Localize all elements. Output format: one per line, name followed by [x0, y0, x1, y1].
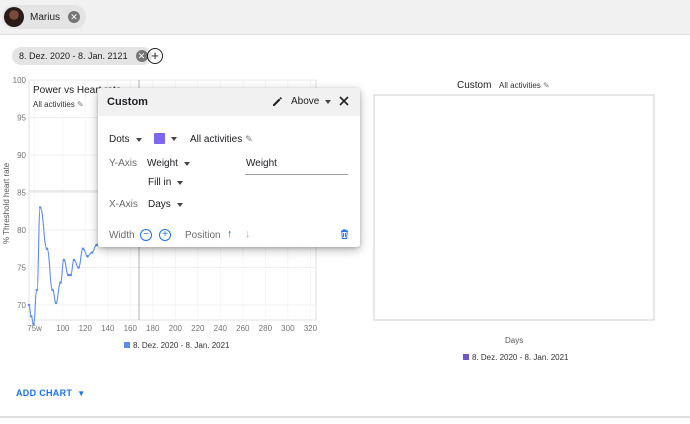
fill-value: Fill in: [148, 177, 172, 188]
add-date-range-icon[interactable]: +: [147, 48, 163, 64]
width-decrease-button[interactable]: −: [140, 229, 152, 241]
chevron-down-icon: [135, 137, 142, 142]
add-chart-button[interactable]: ADD CHART ▼: [16, 388, 85, 398]
color-swatch: [154, 133, 165, 144]
date-range-chip[interactable]: 8. Dez. 2020 - 8. Jan. 2121 ✕: [12, 47, 152, 65]
data-point: [81, 247, 85, 251]
x-tick-label: 300: [281, 324, 295, 333]
user-chip[interactable]: Marius ✕: [2, 5, 87, 29]
data-point: [86, 254, 89, 258]
divider: [0, 416, 690, 418]
data-point: [69, 273, 72, 277]
data-point: [29, 314, 33, 318]
y-axis-select[interactable]: Weight: [147, 158, 190, 169]
x-tick-label: 320: [304, 324, 318, 333]
close-icon[interactable]: [338, 95, 350, 107]
popup-header: Custom Above: [98, 88, 360, 116]
right-legend-swatch: [463, 354, 469, 360]
right-legend-label: 8. Dez. 2020 - 8. Jan. 2021: [472, 353, 569, 362]
data-point: [72, 258, 76, 262]
y-tick-label: 85: [17, 189, 26, 198]
chart-type-value: Dots: [109, 134, 130, 145]
y-axis-label: Y-Axis: [109, 158, 137, 169]
left-chart-ylabel: % Threshold heart rate: [2, 162, 11, 244]
data-point: [32, 322, 35, 326]
x-axis-value: Days: [148, 199, 171, 210]
data-point: [38, 206, 42, 209]
activity-filter[interactable]: All activities ✎: [190, 134, 253, 145]
x-tick-label: 240: [214, 324, 228, 333]
chevron-down-icon: [171, 136, 177, 141]
remove-user-icon[interactable]: ✕: [68, 11, 81, 23]
left-chart-subtitle-edit-icon[interactable]: ✎: [77, 100, 84, 109]
x-tick-label: 220: [191, 324, 205, 333]
color-select[interactable]: [154, 133, 177, 144]
y-tick-label: 95: [17, 114, 26, 123]
chevron-down-icon: [183, 161, 190, 166]
width-label: Width: [109, 230, 135, 241]
x-axis-select[interactable]: Days: [148, 199, 183, 210]
x-tick-label: 75w: [27, 324, 42, 333]
data-point: [27, 303, 31, 307]
data-point: [35, 288, 39, 292]
x-tick-label: 100: [56, 324, 70, 333]
y-axis-value: Weight: [147, 158, 178, 169]
position-label: Position: [185, 230, 221, 241]
x-tick-label: 140: [101, 324, 115, 333]
chevron-down-icon: [177, 180, 184, 185]
delete-icon[interactable]: [340, 229, 349, 239]
position-select-value: Above: [291, 96, 320, 107]
move-up-icon[interactable]: ↑: [227, 228, 233, 240]
chevron-down-icon: ▼: [77, 388, 86, 398]
x-tick-label: 260: [236, 324, 250, 333]
data-point: [62, 258, 66, 262]
data-point: [90, 251, 94, 254]
data-point: [59, 281, 62, 284]
y-tick-label: 90: [17, 151, 26, 160]
right-chart-subtitle-edit-icon[interactable]: ✎: [543, 81, 550, 90]
left-legend-swatch: [124, 342, 130, 348]
x-tick-label: 200: [169, 324, 183, 333]
y-tick-label: 70: [17, 301, 26, 310]
avatar: [4, 7, 24, 27]
data-point: [54, 301, 58, 305]
left-chart-subtitle[interactable]: All activities: [33, 100, 75, 109]
right-chart-subtitle[interactable]: All activities: [499, 81, 541, 90]
top-bar: Marius ✕: [0, 0, 690, 35]
edit-pencil-icon[interactable]: [271, 95, 283, 107]
data-point: [67, 273, 70, 277]
move-down-icon[interactable]: ↓: [245, 228, 251, 240]
position-select[interactable]: Above: [291, 96, 332, 107]
date-range-label: 8. Dez. 2020 - 8. Jan. 2121: [19, 51, 128, 61]
add-chart-label: ADD CHART: [16, 388, 73, 398]
y-tick-label: 100: [13, 76, 27, 85]
left-legend-label: 8. Dez. 2020 - 8. Jan. 2021: [133, 341, 230, 350]
data-point: [45, 247, 49, 251]
x-tick-label: 160: [124, 324, 138, 333]
fill-select[interactable]: Fill in: [148, 177, 184, 188]
y-tick-label: 75: [17, 264, 26, 273]
width-increase-button[interactable]: +: [159, 229, 171, 241]
series-label-input[interactable]: Weight: [245, 156, 348, 175]
right-chart-title: Custom: [457, 80, 491, 91]
chevron-down-icon: [325, 99, 332, 104]
x-tick-label: 180: [146, 324, 160, 333]
user-name: Marius: [30, 11, 61, 23]
custom-chart: Custom All activities ✎ Days 8. Dez. 202…: [373, 80, 655, 362]
chevron-down-icon: [176, 202, 183, 207]
edit-filter-icon[interactable]: ✎: [245, 134, 253, 145]
chart-edit-popup: Custom Above Dots All activities ✎ Y-Axi…: [98, 88, 360, 247]
popup-title: Custom: [107, 96, 148, 108]
y-tick-label: 80: [17, 226, 26, 235]
chart-type-select[interactable]: Dots: [109, 134, 142, 145]
data-point: [77, 266, 80, 269]
remove-date-range-icon[interactable]: ✕: [135, 50, 148, 62]
custom-chart-plot-area: [373, 94, 655, 321]
data-point: [51, 288, 54, 292]
activity-filter-value: All activities: [190, 134, 243, 145]
x-axis-label: X-Axis: [109, 199, 138, 210]
x-tick-label: 280: [259, 324, 273, 333]
right-chart-xlabel: Days: [505, 336, 523, 345]
x-tick-label: 120: [79, 324, 93, 333]
